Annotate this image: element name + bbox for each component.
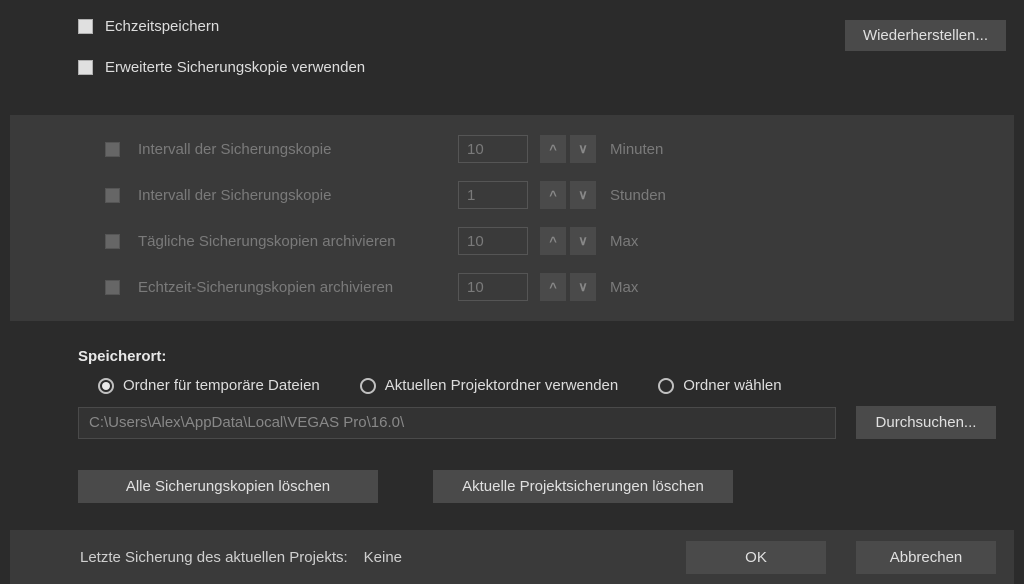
checkbox-row-extended-backup[interactable]: Erweiterte Sicherungskopie verwenden: [78, 59, 365, 76]
delete-buttons-row: Alle Sicherungskopien löschen Aktuelle P…: [78, 470, 733, 503]
radio-label: Aktuellen Projektordner verwenden: [385, 377, 618, 394]
spinner: ^ ∨: [540, 227, 596, 255]
checkbox-icon: [105, 142, 120, 157]
radio-choose-folder[interactable]: Ordner wählen: [658, 377, 781, 394]
spinner-up-icon: ^: [540, 135, 566, 163]
radio-label: Ordner für temporäre Dateien: [123, 377, 320, 394]
row-label: Intervall der Sicherungskopie: [138, 187, 458, 204]
radio-project-folder[interactable]: Aktuellen Projektordner verwenden: [360, 377, 618, 394]
location-title: Speicherort:: [78, 348, 996, 365]
realtime-max-input: [458, 273, 528, 301]
spinner-up-icon: ^: [540, 227, 566, 255]
browse-button[interactable]: Durchsuchen...: [856, 406, 996, 439]
spinner: ^ ∨: [540, 135, 596, 163]
checkbox-icon[interactable]: [78, 60, 93, 75]
radio-label: Ordner wählen: [683, 377, 781, 394]
interval-minutes-input: [458, 135, 528, 163]
row-label: Intervall der Sicherungskopie: [138, 141, 458, 158]
spinner: ^ ∨: [540, 273, 596, 301]
row-unit: Stunden: [610, 187, 666, 204]
radio-icon[interactable]: [98, 378, 114, 394]
row-label: Echtzeit-Sicherungskopien archivieren: [138, 279, 458, 296]
checkbox-label: Echzeitspeichern: [105, 18, 219, 35]
spinner-down-icon: ∨: [570, 227, 596, 255]
preferences-backup-panel: Echzeitspeichern Erweiterte Sicherungsko…: [0, 0, 1024, 584]
row-backup-interval-hours: Intervall der Sicherungskopie ^ ∨ Stunde…: [105, 181, 1014, 209]
last-backup-value: Keine: [364, 549, 402, 566]
restore-button[interactable]: Wiederherstellen...: [845, 20, 1006, 51]
spinner-down-icon: ∨: [570, 135, 596, 163]
delete-all-backups-button[interactable]: Alle Sicherungskopien löschen: [78, 470, 378, 503]
checkbox-icon: [105, 234, 120, 249]
delete-current-project-backups-button[interactable]: Aktuelle Projektsicherungen löschen: [433, 470, 733, 503]
checkbox-row-realtime-save[interactable]: Echzeitspeichern: [78, 18, 365, 35]
last-backup-label: Letzte Sicherung des aktuellen Projekts:: [80, 549, 348, 566]
row-backup-interval-minutes: Intervall der Sicherungskopie ^ ∨ Minute…: [105, 135, 1014, 163]
row-unit: Max: [610, 233, 638, 250]
checkbox-icon[interactable]: [78, 19, 93, 34]
location-radio-group: Ordner für temporäre Dateien Aktuellen P…: [98, 377, 996, 394]
checkbox-label: Erweiterte Sicherungskopie verwenden: [105, 59, 365, 76]
spinner: ^ ∨: [540, 181, 596, 209]
row-label: Tägliche Sicherungskopien archivieren: [138, 233, 458, 250]
row-daily-archive: Tägliche Sicherungskopien archivieren ^ …: [105, 227, 1014, 255]
spinner-down-icon: ∨: [570, 273, 596, 301]
checkbox-icon: [105, 280, 120, 295]
path-row: Durchsuchen...: [78, 406, 996, 439]
bottom-bar: Letzte Sicherung des aktuellen Projekts:…: [10, 530, 1014, 584]
daily-max-input: [458, 227, 528, 255]
checkbox-icon: [105, 188, 120, 203]
location-section: Speicherort: Ordner für temporäre Dateie…: [78, 348, 996, 439]
backup-settings-panel: Intervall der Sicherungskopie ^ ∨ Minute…: [10, 115, 1014, 321]
radio-temp-folder[interactable]: Ordner für temporäre Dateien: [98, 377, 320, 394]
radio-icon[interactable]: [658, 378, 674, 394]
path-input[interactable]: [78, 407, 836, 439]
spinner-up-icon: ^: [540, 273, 566, 301]
row-realtime-archive: Echtzeit-Sicherungskopien archivieren ^ …: [105, 273, 1014, 301]
row-unit: Minuten: [610, 141, 663, 158]
row-unit: Max: [610, 279, 638, 296]
cancel-button[interactable]: Abbrechen: [856, 541, 996, 574]
spinner-up-icon: ^: [540, 181, 566, 209]
interval-hours-input: [458, 181, 528, 209]
ok-button[interactable]: OK: [686, 541, 826, 574]
spinner-down-icon: ∨: [570, 181, 596, 209]
radio-icon[interactable]: [360, 378, 376, 394]
top-checkbox-group: Echzeitspeichern Erweiterte Sicherungsko…: [78, 18, 365, 100]
